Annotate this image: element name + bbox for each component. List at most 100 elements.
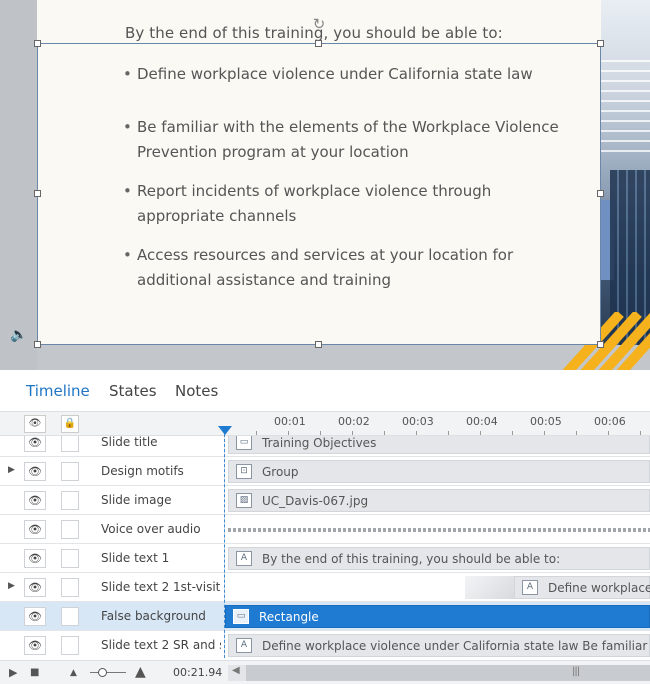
layer-name[interactable]: Design motifs xyxy=(101,464,221,478)
resize-handle-w[interactable] xyxy=(34,190,41,197)
lock-toggle[interactable] xyxy=(61,636,79,655)
bullet-item: Be familiar with the elements of the Wor… xyxy=(123,115,583,165)
eye-icon[interactable]: 👁 xyxy=(24,636,46,655)
expand-arrow-icon[interactable]: ▶ xyxy=(8,581,15,591)
lock-toggle[interactable] xyxy=(61,578,79,597)
group-icon: ⊡ xyxy=(236,464,252,479)
rotate-icon[interactable]: ↻ xyxy=(311,16,327,32)
building-slat xyxy=(600,140,650,142)
fade-in-transition[interactable] xyxy=(465,576,515,599)
resize-handle-s[interactable] xyxy=(315,341,322,348)
lock-icon[interactable]: 🔒 xyxy=(61,415,79,433)
playhead-handle[interactable] xyxy=(218,426,232,435)
false-background-rectangle[interactable]: By the end of this training, you should … xyxy=(37,0,601,345)
building-slat xyxy=(600,80,650,82)
stop-icon[interactable]: ■ xyxy=(30,667,39,678)
resize-handle-se[interactable] xyxy=(597,341,604,348)
timeline-row[interactable]: ▶ 👁 Design motifs ⊡ Group xyxy=(0,457,650,486)
bar-label: Group xyxy=(262,465,299,479)
lock-toggle[interactable] xyxy=(61,491,79,510)
timeline-header: 👁 🔒 00:01 00:02 00:03 00:04 00:05 00:06 xyxy=(0,412,650,436)
resize-handle-n[interactable] xyxy=(315,40,322,47)
ruler-tick-mark xyxy=(384,431,385,435)
timeline-bar[interactable]: ▭ Training Objectives xyxy=(228,436,650,454)
ruler-label: 00:05 xyxy=(530,415,562,428)
lock-toggle[interactable] xyxy=(61,462,79,481)
ruler-tick-mark xyxy=(352,431,353,435)
eye-icon[interactable]: 👁 xyxy=(24,549,46,568)
scroll-left-icon[interactable]: ◀ xyxy=(232,665,240,676)
title-icon: ▭ xyxy=(236,436,252,450)
building-slat xyxy=(600,150,650,152)
timeline-bar[interactable]: A By the end of this training, you shoul… xyxy=(228,547,650,570)
eye-icon[interactable]: 👁 xyxy=(24,578,46,597)
zoom-slider-track[interactable] xyxy=(90,672,126,673)
audio-waveform[interactable] xyxy=(228,528,650,532)
eye-icon[interactable]: 👁 xyxy=(24,491,46,510)
ruler-tick-mark xyxy=(576,431,577,435)
building-slat xyxy=(600,130,650,132)
ruler-label: 00:03 xyxy=(402,415,434,428)
layer-name[interactable]: False background xyxy=(101,609,221,623)
timeline-row[interactable]: 👁 Slide text 1 A By the end of this trai… xyxy=(0,544,650,573)
timeline-row[interactable]: 👁 Slide title ▭ Training Objectives xyxy=(0,436,650,457)
building-slat xyxy=(600,100,650,102)
ruler-label: 00:04 xyxy=(466,415,498,428)
eye-icon[interactable]: 👁 xyxy=(24,436,46,452)
timeline-row[interactable]: 👁 Slide image ▨ UC_Davis-067.jpg xyxy=(0,486,650,515)
slide-text-2[interactable]: Define workplace violence under Californ… xyxy=(123,62,583,307)
timeline-row[interactable]: 👁 Voice over audio xyxy=(0,515,650,544)
play-icon[interactable]: ▶ xyxy=(9,666,17,679)
timeline-bar[interactable]: ▭ Rectangle xyxy=(225,605,650,628)
tab-states[interactable]: States xyxy=(109,382,157,400)
resize-handle-ne[interactable] xyxy=(597,40,604,47)
text-icon: A xyxy=(522,580,538,595)
eye-icon[interactable]: 👁 xyxy=(24,462,46,481)
bar-label: Training Objectives xyxy=(262,436,377,450)
timeline-bar[interactable]: ⊡ Group xyxy=(228,460,650,483)
lock-toggle[interactable] xyxy=(61,549,79,568)
tab-timeline[interactable]: Timeline xyxy=(26,382,90,400)
bullet-item: Define workplace violence under Californ… xyxy=(123,62,583,87)
timeline-row-selected[interactable]: 👁 False background ▭ Rectangle xyxy=(0,602,650,631)
rectangle-icon: ▭ xyxy=(233,609,249,624)
playhead-line xyxy=(224,434,225,658)
scrollbar-thumb[interactable] xyxy=(246,665,650,681)
resize-handle-nw[interactable] xyxy=(34,40,41,47)
slide-image[interactable] xyxy=(600,0,650,345)
slide-stage[interactable]: By the end of this training, you should … xyxy=(0,0,650,370)
lock-toggle[interactable] xyxy=(61,436,79,452)
layer-name[interactable]: Slide text 2 1st-visit xyxy=(101,580,221,594)
timeline-bar[interactable]: ▨ UC_Davis-067.jpg xyxy=(228,489,650,512)
lock-toggle[interactable] xyxy=(61,520,79,539)
layer-name[interactable]: Voice over audio xyxy=(101,522,221,536)
layer-name[interactable]: Slide title xyxy=(101,436,221,449)
lock-toggle[interactable] xyxy=(61,607,79,626)
ruler-tick-mark xyxy=(480,431,481,435)
eye-icon[interactable]: 👁 xyxy=(24,415,46,433)
ruler-tick-mark xyxy=(448,431,449,435)
ruler-label: 00:02 xyxy=(338,415,370,428)
bar-label: UC_Davis-067.jpg xyxy=(262,494,369,508)
zoom-slider-knob[interactable] xyxy=(98,668,107,677)
timeline-bar[interactable]: A Define workplace vi xyxy=(514,576,650,599)
building-slat xyxy=(600,90,650,92)
bullet-item: Report incidents of workplace violence t… xyxy=(123,179,583,229)
image-icon: ▨ xyxy=(236,493,252,508)
layer-name[interactable]: Slide text 2 SR and su... xyxy=(101,638,221,652)
stage-margin xyxy=(0,0,37,370)
layer-name[interactable]: Slide image xyxy=(101,493,221,507)
speaker-icon[interactable]: 🔈 xyxy=(10,327,30,343)
resize-handle-sw[interactable] xyxy=(34,341,41,348)
timeline-bar[interactable]: A Define workplace violence under Califo… xyxy=(228,634,650,657)
zoom-in-icon[interactable]: ▲ xyxy=(135,664,146,680)
timeline-row[interactable]: ▶ 👁 Slide text 2 1st-visit A Define work… xyxy=(0,573,650,602)
resize-handle-e[interactable] xyxy=(597,190,604,197)
expand-arrow-icon[interactable]: ▶ xyxy=(8,465,15,475)
zoom-out-icon[interactable]: ▲ xyxy=(70,668,77,678)
layer-name[interactable]: Slide text 1 xyxy=(101,551,221,565)
eye-icon[interactable]: 👁 xyxy=(24,607,46,626)
eye-icon[interactable]: 👁 xyxy=(24,520,46,539)
tab-notes[interactable]: Notes xyxy=(175,382,218,400)
timeline-row[interactable]: 👁 Slide text 2 SR and su... A Define wor… xyxy=(0,631,650,658)
